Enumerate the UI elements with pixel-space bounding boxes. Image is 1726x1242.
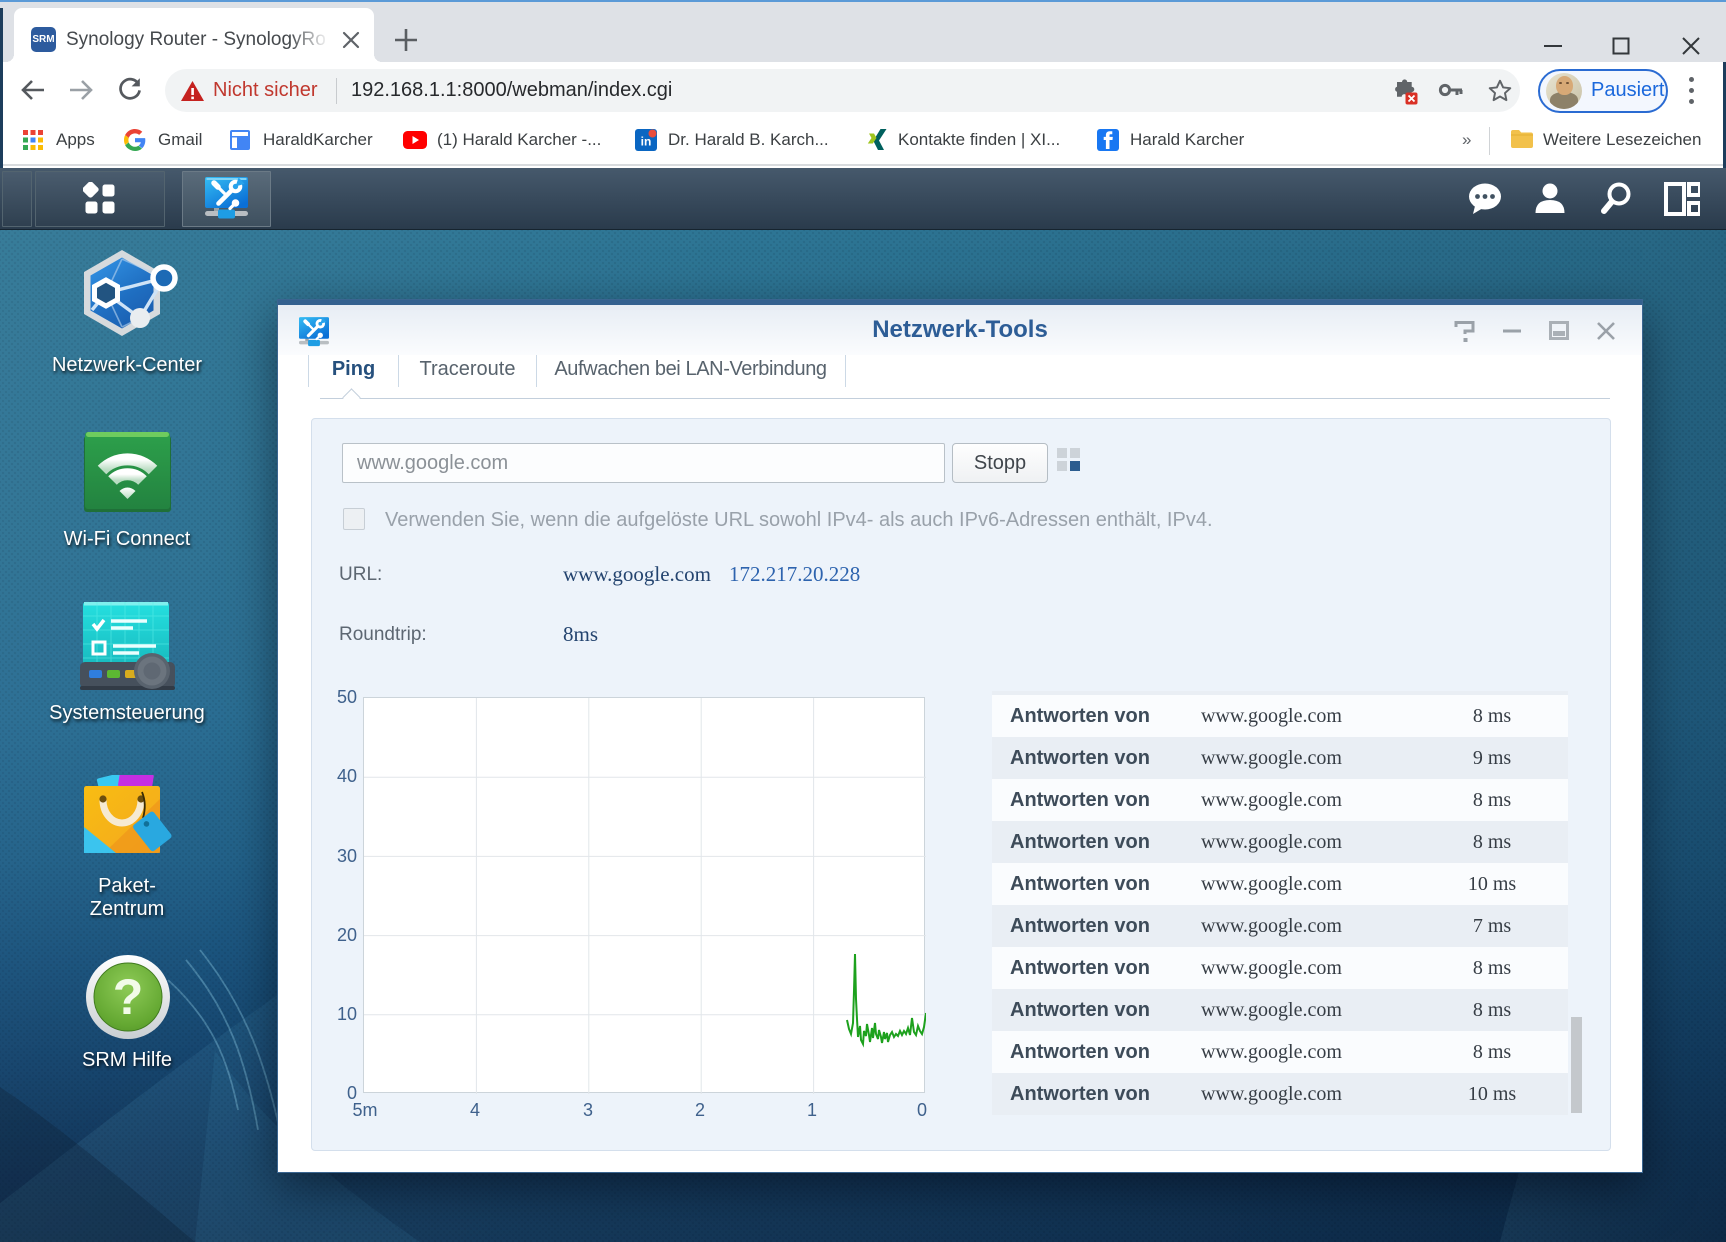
svg-text:in: in — [641, 135, 652, 149]
svg-text:?: ? — [113, 969, 144, 1025]
